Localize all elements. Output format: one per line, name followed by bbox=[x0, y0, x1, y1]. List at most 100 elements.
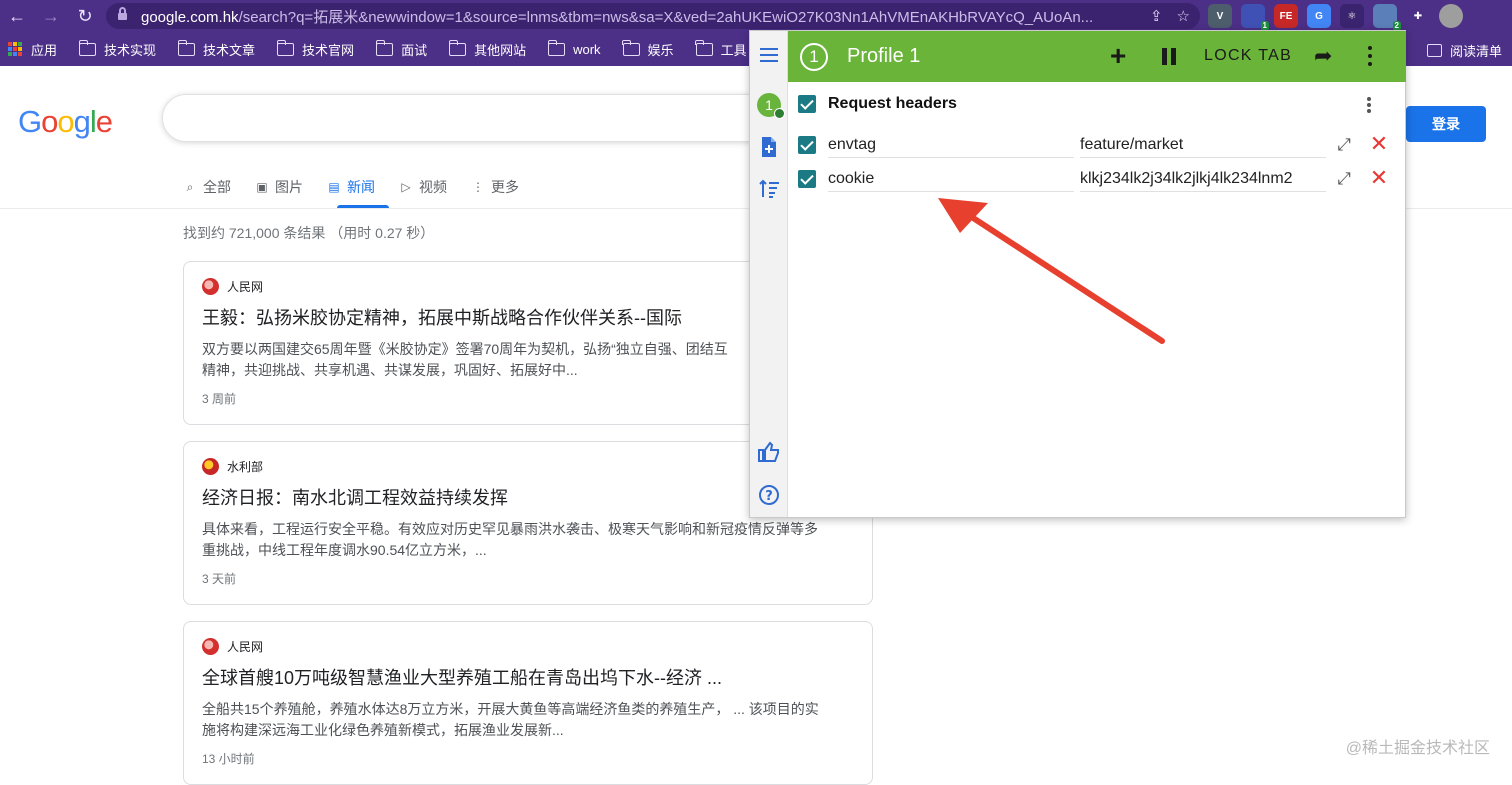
tab-more[interactable]: ⋮ 更多 bbox=[471, 174, 519, 200]
address-bar[interactable]: google.com.hk/search?q=拓展米&newwindow=1&s… bbox=[106, 3, 1200, 29]
popup-sidebar: 1 ? bbox=[750, 31, 788, 517]
sort-icon[interactable] bbox=[756, 176, 782, 202]
tab-label: 图片 bbox=[275, 179, 303, 195]
header-enabled-checkbox[interactable] bbox=[798, 170, 816, 188]
bookmark-label: 其他网站 bbox=[474, 42, 527, 58]
source-name: 水利部 bbox=[227, 460, 264, 474]
modheader-icon[interactable]: 2 bbox=[1373, 4, 1401, 31]
header-name-input[interactable]: cookie bbox=[828, 166, 1074, 192]
tab-news[interactable]: ▤ 新闻 bbox=[327, 174, 375, 200]
extensions-puzzle-icon[interactable]: ✚ bbox=[1406, 4, 1430, 28]
bookmark-folder[interactable]: 技术实现 bbox=[78, 39, 157, 59]
bookmark-folder[interactable]: 其他网站 bbox=[448, 39, 527, 59]
menu-icon[interactable] bbox=[756, 42, 782, 68]
profile-number[interactable]: 1 bbox=[800, 42, 828, 71]
folder-icon bbox=[276, 39, 295, 56]
news-snippet: 全船共15个养殖舱，养殖水体达8万立方米，开展大黄鱼等高端经济鱼类的养殖生产， … bbox=[202, 701, 819, 738]
header-row: cookie klkj234lk2j34lk2jlkj4lk234lnm2 ⤢ ✕ bbox=[798, 166, 1398, 192]
folder-icon bbox=[177, 39, 196, 56]
more-options-icon[interactable] bbox=[1368, 43, 1372, 69]
tab-label: 全部 bbox=[203, 179, 231, 195]
annotation-arrow bbox=[938, 198, 1165, 344]
news-icon: ▤ bbox=[328, 180, 340, 194]
lock-tab-button[interactable]: LOCK TAB bbox=[1204, 43, 1292, 69]
add-file-icon[interactable] bbox=[756, 134, 782, 160]
share-page-icon[interactable]: ⇪ bbox=[1150, 7, 1163, 25]
news-snippet: 具体来看，工程运行安全平稳。有效应对历史罕见暴雨洪水袭击、极寒天气影响和新冠疫情… bbox=[202, 521, 818, 558]
profile-avatar[interactable] bbox=[1439, 4, 1463, 28]
extension-label: FE bbox=[1279, 10, 1293, 22]
profile-switch-button[interactable]: 1 bbox=[756, 92, 785, 119]
svg-text:?: ? bbox=[765, 489, 773, 504]
source-logo-icon bbox=[202, 638, 219, 655]
bookmark-folder[interactable]: 技术官网 bbox=[276, 39, 354, 59]
expand-icon[interactable]: ⤢ bbox=[1334, 135, 1354, 155]
news-result-card[interactable]: 人民网全球首艘10万吨级智慧渔业大型养殖工船在青岛出坞下水--经济 ... 全船共… bbox=[183, 621, 873, 785]
section-more-icon[interactable] bbox=[1367, 95, 1371, 115]
back-arrow-icon[interactable]: ← bbox=[0, 0, 34, 32]
folder-icon bbox=[547, 39, 566, 56]
profile-badge: 1 bbox=[757, 93, 785, 119]
bookmark-label: 应用 bbox=[31, 42, 58, 58]
profile-name[interactable]: Profile 1 bbox=[847, 45, 920, 68]
tab-images[interactable]: ▣ 图片 bbox=[255, 174, 303, 200]
expand-icon[interactable]: ⤢ bbox=[1334, 169, 1354, 189]
forward-arrow-icon[interactable]: → bbox=[34, 0, 68, 32]
news-source: 人民网 bbox=[202, 638, 854, 655]
search-icon: ⌕ bbox=[186, 179, 194, 194]
delete-icon[interactable]: ✕ bbox=[1368, 166, 1390, 190]
watermark: @稀土掘金技术社区 bbox=[1345, 740, 1490, 757]
bookmark-star-icon[interactable]: ☆ bbox=[1177, 7, 1190, 25]
add-icon[interactable]: + bbox=[1110, 42, 1126, 70]
reading-list-button[interactable]: 阅读清单 bbox=[1426, 41, 1502, 60]
header-value-input[interactable]: feature/market bbox=[1080, 132, 1326, 158]
extension-badge-icon[interactable]: 1 bbox=[1241, 4, 1269, 31]
delete-icon[interactable]: ✕ bbox=[1368, 132, 1390, 156]
browser-toolbar: ← → ↻ google.com.hk/search?q=拓展米&newwind… bbox=[0, 0, 1512, 32]
extension-label: V bbox=[1216, 10, 1224, 22]
thumbs-up-icon[interactable] bbox=[756, 439, 782, 465]
fe-helper-icon[interactable]: FE bbox=[1274, 4, 1298, 28]
header-enabled-checkbox[interactable] bbox=[798, 136, 816, 154]
apps-grid-icon bbox=[8, 42, 22, 56]
tab-videos[interactable]: ▷ 视频 bbox=[399, 174, 447, 200]
bookmark-label: 工具 bbox=[720, 42, 747, 58]
bookmark-apps[interactable]: 应用 bbox=[8, 40, 57, 59]
bookmark-label: work bbox=[573, 41, 601, 57]
translate-icon[interactable]: G bbox=[1307, 4, 1331, 28]
react-devtools-icon[interactable]: ⚛ bbox=[1340, 4, 1364, 28]
source-logo-icon bbox=[202, 458, 219, 475]
extensions-bar: V 1 FE G ⚛ 2 ✚ bbox=[1208, 4, 1463, 31]
header-value-input[interactable]: klkj234lk2j34lk2jlkj4lk234lnm2 bbox=[1080, 166, 1326, 192]
bookmark-folder[interactable]: 面试 bbox=[375, 39, 428, 59]
extension-label: ⚛ bbox=[1347, 10, 1357, 22]
bookmark-folder[interactable]: 娱乐 bbox=[622, 39, 674, 59]
share-icon[interactable]: ➦ bbox=[1314, 43, 1332, 69]
bookmark-label: 技术实现 bbox=[104, 42, 157, 58]
source-name: 人民网 bbox=[227, 640, 264, 654]
tab-all[interactable]: ⌕ 全部 bbox=[183, 174, 231, 200]
vue-devtools-icon[interactable]: V bbox=[1208, 4, 1232, 28]
more-vert-icon: ⋮ bbox=[472, 180, 484, 194]
video-icon: ▷ bbox=[401, 180, 411, 194]
bookmark-folder[interactable]: 技术文章 bbox=[177, 39, 255, 59]
header-name-input[interactable]: envtag bbox=[828, 132, 1074, 158]
folder-icon bbox=[695, 39, 713, 56]
request-headers-checkbox[interactable] bbox=[798, 95, 816, 113]
extension-label: G bbox=[1315, 10, 1323, 22]
pause-icon[interactable] bbox=[1160, 43, 1178, 69]
reading-list-icon bbox=[1426, 44, 1442, 57]
folder-icon bbox=[375, 39, 394, 56]
reload-icon[interactable]: ↻ bbox=[68, 0, 102, 32]
login-button[interactable]: 登录 bbox=[1406, 106, 1486, 142]
bookmark-folder[interactable]: 工具 bbox=[695, 39, 747, 59]
bookmark-folder[interactable]: work bbox=[547, 39, 601, 57]
folder-icon bbox=[78, 39, 97, 56]
help-icon[interactable]: ? bbox=[756, 482, 782, 508]
news-title-link[interactable]: 全球首艘10万吨级智慧渔业大型养殖工船在青岛出坞下水--经济 ... bbox=[202, 664, 854, 690]
bookmark-label: 面试 bbox=[401, 42, 428, 58]
google-logo[interactable]: Google bbox=[18, 104, 113, 140]
tab-label: 更多 bbox=[491, 179, 519, 195]
search-tabs: ⌕ 全部 ▣ 图片 ▤ 新闻 ▷ 视频 ⋮ 更多 bbox=[183, 174, 543, 200]
search-input[interactable] bbox=[162, 94, 782, 142]
